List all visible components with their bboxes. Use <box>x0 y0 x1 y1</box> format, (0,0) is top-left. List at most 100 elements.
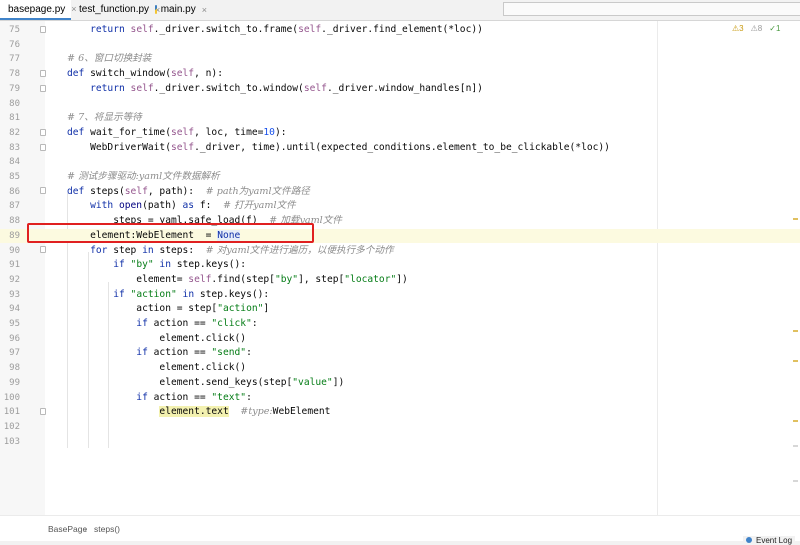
code-text: for step in steps: # 对yaml文件进行遍历，以便执行多个动… <box>67 244 394 259</box>
code-line[interactable]: 77 # 6、窗口切换封装 <box>0 52 800 67</box>
code-token: action == <box>153 347 212 359</box>
code-text: element= self.find(step["by"], step["loc… <box>67 273 408 288</box>
code-line[interactable]: 76 <box>0 38 800 53</box>
code-token: # 6、窗口切换封装 <box>67 53 152 65</box>
code-line[interactable]: 80 <box>0 97 800 112</box>
code-text: # 测试步骤驱动:yaml文件数据解析 <box>67 170 220 185</box>
code-token: if <box>67 391 154 403</box>
code-line[interactable]: 98 element.click() <box>0 361 800 376</box>
tab-test-function[interactable]: test_function.py × <box>71 0 160 19</box>
code-line[interactable]: 79 return self._driver.switch_to.window(… <box>0 82 800 97</box>
code-token: if <box>67 318 154 329</box>
stripe-marker[interactable] <box>793 218 798 220</box>
line-number: 97 <box>9 348 20 359</box>
code-token: self <box>130 24 154 35</box>
line-number: 96 <box>9 333 20 344</box>
python-file-icon <box>155 5 157 14</box>
code-token: "by" <box>130 259 154 271</box>
code-token: # 对yaml文件进行遍历，以便执行多个动作 <box>205 244 394 256</box>
code-text: if action == "send": <box>67 346 252 361</box>
code-token: WebDriverWait( <box>67 141 171 153</box>
code-token: def <box>67 185 91 197</box>
tab-basepage[interactable]: basepage.py × <box>0 0 77 20</box>
code-line[interactable]: 96 element.click() <box>0 332 800 347</box>
code-line[interactable]: 87 with open(path) as f: # 打开yaml文件 <box>0 199 800 214</box>
code-token: # path为yaml文件路径 <box>205 185 310 197</box>
stripe-marker[interactable] <box>793 420 798 422</box>
code-line[interactable]: 94 action = step["action"] <box>0 302 800 317</box>
code-line[interactable]: 85 # 测试步骤驱动:yaml文件数据解析 <box>0 170 800 185</box>
code-line[interactable]: 91 if "by" in step.keys(): <box>0 258 800 273</box>
tab-label: test_function.py <box>79 4 150 15</box>
status-bar <box>0 541 800 545</box>
code-token: self <box>170 68 195 80</box>
code-token: def <box>67 126 91 138</box>
stripe-marker[interactable] <box>793 360 798 362</box>
code-line[interactable]: 90 for step in steps: # 对yaml文件进行遍历，以便执行… <box>0 244 800 259</box>
line-number: 94 <box>9 304 20 315</box>
code-line[interactable]: 75 return self._driver.switch_to.frame(s… <box>0 23 800 38</box>
stripe-marker[interactable] <box>793 445 798 447</box>
close-icon[interactable]: × <box>202 5 207 15</box>
code-text: def switch_window(self, n): <box>67 67 223 82</box>
code-line[interactable]: 95 if action == "click": <box>0 317 800 332</box>
breadcrumb-method[interactable]: steps() <box>94 524 120 534</box>
stripe-marker[interactable] <box>793 330 798 332</box>
event-log-button[interactable]: Event Log <box>743 536 796 545</box>
code-line[interactable]: 92 element= self.find(step["by"], step["… <box>0 273 800 288</box>
code-token: ._driver.find_element(*loc)) <box>321 24 483 35</box>
code-text: return self._driver.switch_to.window(sel… <box>67 82 483 97</box>
code-token: return <box>67 82 131 94</box>
code-token: self <box>303 82 327 94</box>
code-text: def steps(self, path): # path为yaml文件路径 <box>67 185 310 200</box>
code-line[interactable]: 93 if "action" in step.keys(): <box>0 288 800 303</box>
breadcrumb-class[interactable]: BasePage <box>48 524 87 534</box>
breadcrumb: BasePage › steps() <box>0 515 800 542</box>
code-line[interactable]: 86 def steps(self, path): # path为yaml文件路径 <box>0 185 800 200</box>
code-text: def wait_for_time(self, loc, time=10): <box>67 126 287 141</box>
code-token: if <box>67 259 131 271</box>
code-line[interactable]: 81 # 7、将显示等待 <box>0 111 800 126</box>
line-number: 79 <box>9 83 20 94</box>
code-token: "action" <box>130 288 177 300</box>
code-token: if <box>67 288 131 300</box>
code-line[interactable]: 97 if action == "send": <box>0 346 800 361</box>
code-editor[interactable]: 75 return self._driver.switch_to.frame(s… <box>0 21 800 515</box>
code-line[interactable]: 100 if action == "text": <box>0 391 800 406</box>
code-line[interactable]: 84 <box>0 155 800 170</box>
code-token: , path): <box>147 185 206 197</box>
weak-warning-count[interactable]: ⚠8 <box>751 24 763 33</box>
code-text: element.send_keys(step["value"]) <box>67 376 344 391</box>
code-text: with open(path) as f: # 打开yaml文件 <box>67 199 296 214</box>
code-text: if "action" in step.keys(): <box>67 288 269 303</box>
typo-count[interactable]: ✓1 <box>769 24 780 33</box>
warning-count[interactable]: ⚠3 <box>732 24 744 33</box>
code-token: # 测试步骤驱动:yaml文件数据解析 <box>67 171 220 182</box>
code-line[interactable]: 103 <box>0 435 800 450</box>
line-number: 93 <box>9 289 20 300</box>
code-text: if action == "text": <box>67 391 252 406</box>
stripe-marker[interactable] <box>793 480 798 482</box>
code-text: if "by" in step.keys(): <box>67 258 246 273</box>
line-number: 82 <box>9 127 20 138</box>
code-token: element.send_keys(step[ <box>67 376 293 388</box>
code-line[interactable]: 101 element.text #type:WebElement <box>0 405 800 420</box>
code-text: # 6、窗口切换封装 <box>67 52 151 67</box>
code-token: def <box>67 68 91 80</box>
search-field[interactable] <box>503 2 800 16</box>
code-line[interactable]: 102 <box>0 420 800 435</box>
code-token: ._driver.switch_to.window( <box>153 82 304 94</box>
code-token: WebElement <box>272 406 331 418</box>
code-token: action == <box>153 318 212 329</box>
code-line[interactable]: 83 WebDriverWait(self._driver, time).unt… <box>0 141 800 156</box>
code-token: "value" <box>292 376 333 388</box>
code-line[interactable]: 99 element.send_keys(step["value"]) <box>0 376 800 391</box>
tab-main[interactable]: main.py × <box>151 0 211 19</box>
code-token: element.click() <box>67 332 247 344</box>
code-line[interactable]: 78 def switch_window(self, n): <box>0 67 800 82</box>
code-token: "locator" <box>344 273 397 285</box>
code-line[interactable]: 82 def wait_for_time(self, loc, time=10): <box>0 126 800 141</box>
code-token: wait_for_time( <box>90 126 171 138</box>
inspection-widget[interactable]: ⚠3 ⚠8 ✓1 <box>732 22 780 34</box>
